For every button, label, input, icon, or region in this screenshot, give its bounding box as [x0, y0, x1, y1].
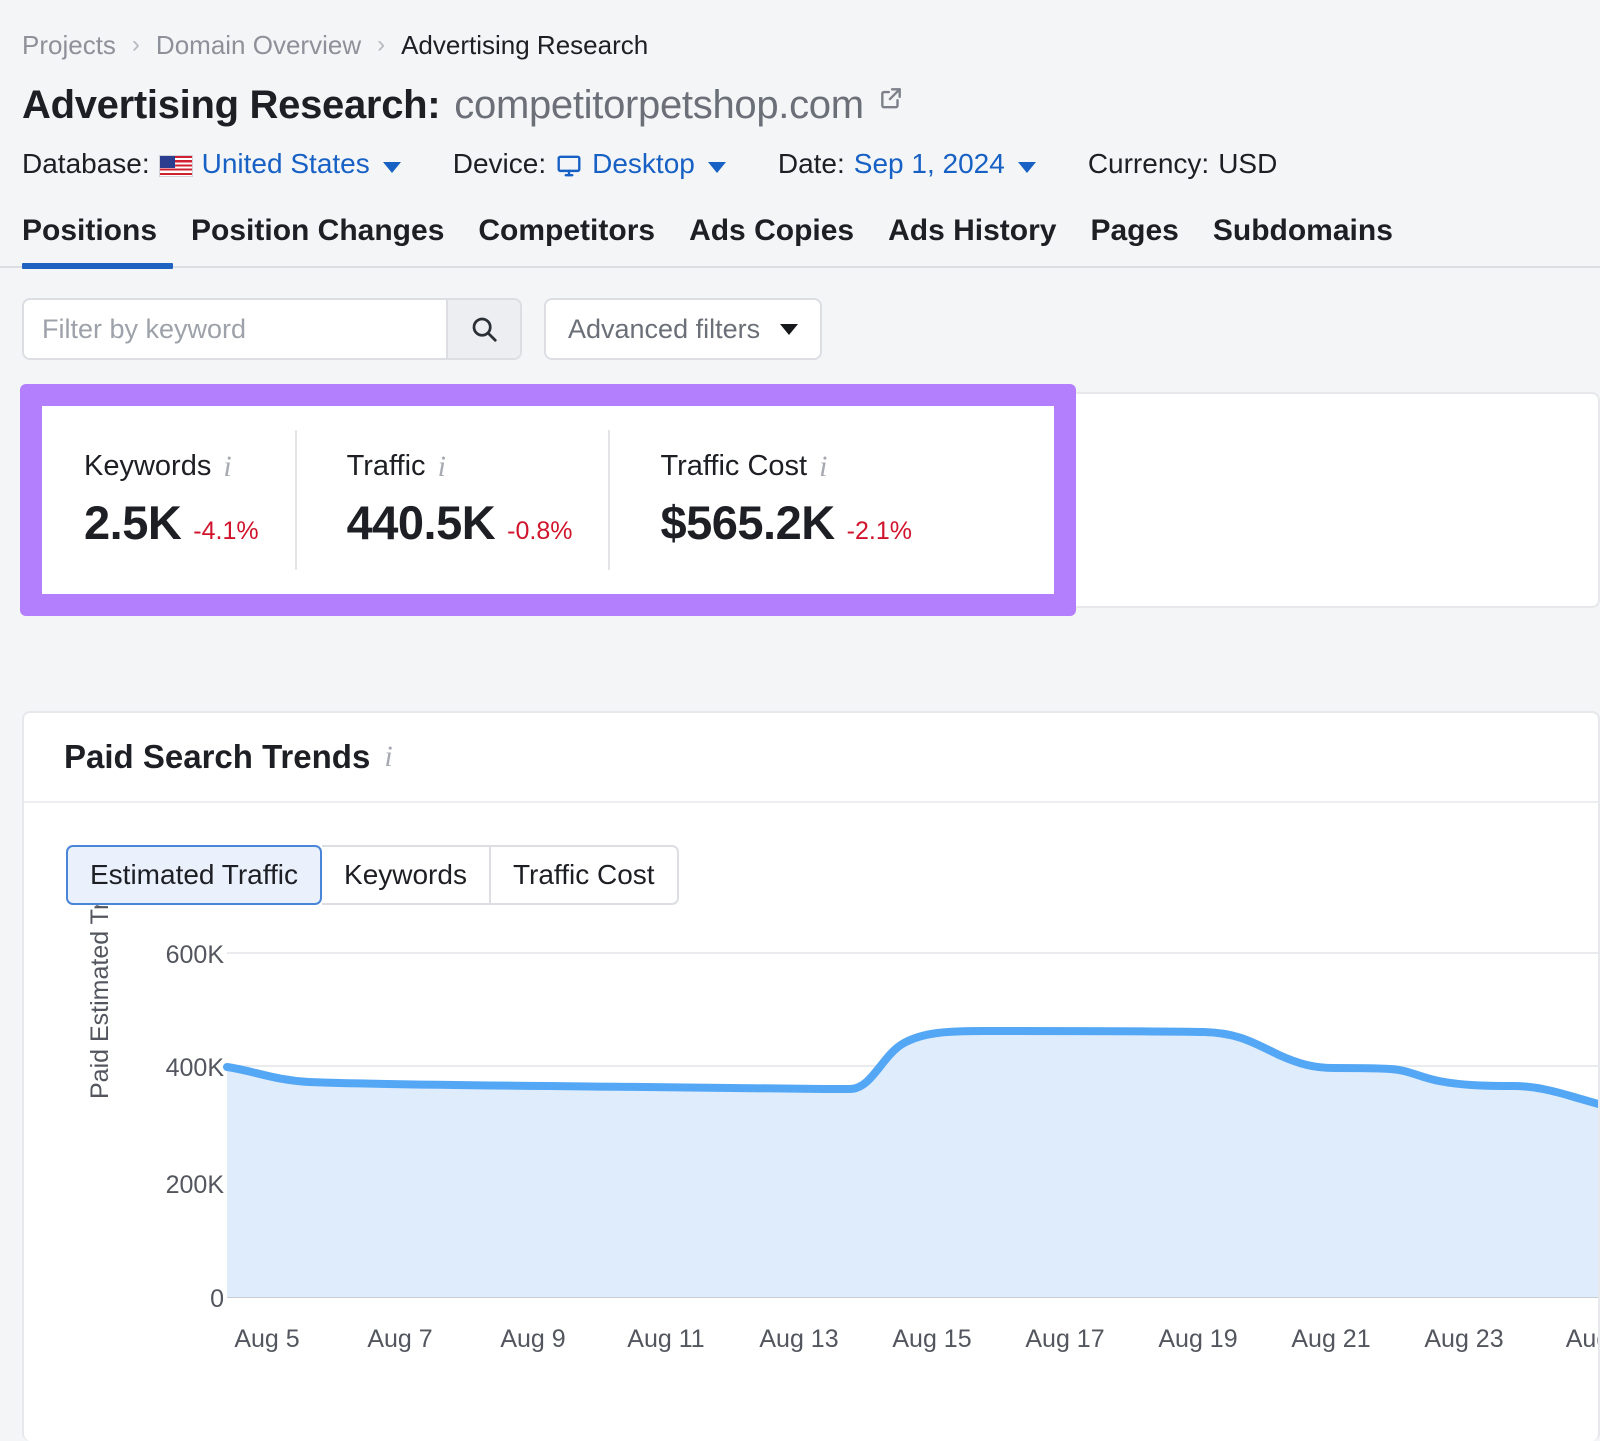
tab-ads-history[interactable]: Ads History	[888, 214, 1056, 266]
tab-divider	[0, 266, 1600, 268]
tab-ads-copies[interactable]: Ads Copies	[689, 214, 854, 266]
metric-label: Traffic Cost	[660, 450, 807, 483]
x-tick-label: Aug 5	[234, 1325, 299, 1354]
breadcrumb-separator-icon: ›	[377, 33, 385, 57]
metric-label: Traffic	[347, 450, 426, 483]
advanced-filters-label: Advanced filters	[568, 314, 760, 345]
chevron-down-icon	[780, 324, 798, 335]
info-icon[interactable]: i	[438, 452, 446, 482]
filter-bar: Advanced filters	[0, 268, 1600, 360]
active-tab-underline	[22, 263, 173, 269]
x-tick-label: Aug 7	[367, 1325, 432, 1354]
info-icon[interactable]: i	[819, 452, 827, 482]
breadcrumb-item-advertising-research: Advertising Research	[401, 30, 648, 61]
breadcrumb-separator-icon: ›	[132, 33, 140, 57]
advanced-filters-dropdown[interactable]: Advanced filters	[544, 298, 822, 360]
page-title-domain: competitorpetshop.com	[454, 83, 863, 128]
chart-plot	[24, 925, 1600, 1325]
breadcrumb-item-domain-overview[interactable]: Domain Overview	[156, 30, 361, 61]
paid-search-trends-card: Paid Search Trends i Estimated Traffic K…	[22, 711, 1600, 1441]
metrics-region: Keywords i 2.5K -4.1% Traffic i 440.5K -…	[0, 384, 1600, 616]
metric-traffic-cost: Traffic Cost i $565.2K -2.1%	[608, 430, 948, 570]
date-value[interactable]: Sep 1, 2024	[854, 148, 1005, 180]
x-tick-label: Aug 13	[759, 1325, 838, 1354]
device-value[interactable]: Desktop	[592, 148, 695, 180]
search-input[interactable]	[24, 300, 446, 358]
tab-pages[interactable]: Pages	[1090, 214, 1178, 266]
x-tick-label: Aug 11	[627, 1325, 704, 1354]
metric-traffic: Traffic i 440.5K -0.8%	[295, 430, 609, 570]
meta-row: Database: United States Device: Desktop …	[0, 128, 1600, 180]
tab-positions[interactable]: Positions	[22, 214, 157, 266]
currency-value: USD	[1218, 148, 1277, 180]
metric-label: Keywords	[84, 450, 211, 483]
x-tick-label: Aug 19	[1158, 1325, 1237, 1354]
segment-estimated-traffic[interactable]: Estimated Traffic	[66, 845, 322, 905]
chevron-down-icon[interactable]	[1018, 162, 1036, 173]
chart-y-ticks: 600K 400K 200K 0	[124, 925, 224, 1355]
y-tick-label: 400K	[166, 1054, 224, 1083]
page-title-prefix: Advertising Research:	[22, 83, 440, 128]
metric-delta: -2.1%	[847, 517, 912, 546]
metric-delta: -0.8%	[507, 517, 572, 546]
x-tick-label: Aug 15	[892, 1325, 971, 1354]
chart-metric-toggle: Estimated Traffic Keywords Traffic Cost	[66, 845, 679, 905]
external-link-icon[interactable]	[878, 85, 904, 111]
tab-competitors[interactable]: Competitors	[478, 214, 655, 266]
tab-position-changes[interactable]: Position Changes	[191, 214, 444, 266]
currency-display: Currency: USD	[1088, 148, 1278, 180]
search-button[interactable]	[446, 300, 520, 358]
currency-label: Currency:	[1088, 148, 1209, 180]
x-tick-label: Aug	[1566, 1325, 1600, 1354]
metric-keywords: Keywords i 2.5K -4.1%	[84, 450, 295, 550]
device-selector[interactable]: Device: Desktop	[453, 148, 726, 180]
metrics-highlight-box: Keywords i 2.5K -4.1% Traffic i 440.5K -…	[20, 384, 1076, 616]
metric-value: 2.5K	[84, 495, 181, 550]
date-label: Date:	[778, 148, 845, 180]
y-tick-label: 200K	[166, 1171, 224, 1200]
database-label: Database:	[22, 148, 150, 180]
y-tick-label: 600K	[166, 941, 224, 970]
monitor-icon	[555, 153, 583, 179]
metric-delta: -4.1%	[193, 517, 258, 546]
x-tick-label: Aug 9	[500, 1325, 565, 1354]
x-tick-label: Aug 21	[1291, 1325, 1370, 1354]
us-flag-icon	[159, 155, 193, 177]
metrics-list: Keywords i 2.5K -4.1% Traffic i 440.5K -…	[42, 406, 1054, 594]
page-title: Advertising Research: competitorpetshop.…	[0, 61, 1600, 128]
paid-search-trends-title: Paid Search Trends	[64, 738, 370, 776]
x-tick-label: Aug 23	[1424, 1325, 1503, 1354]
paid-search-trends-header: Paid Search Trends i	[24, 713, 1598, 803]
device-label: Device:	[453, 148, 546, 180]
x-tick-label: Aug 17	[1025, 1325, 1104, 1354]
chevron-down-icon[interactable]	[383, 162, 401, 173]
info-icon[interactable]: i	[223, 452, 231, 482]
keyword-filter[interactable]	[22, 298, 522, 360]
segment-traffic-cost[interactable]: Traffic Cost	[491, 845, 679, 905]
chevron-down-icon[interactable]	[708, 162, 726, 173]
segment-keywords[interactable]: Keywords	[322, 845, 491, 905]
tab-subdomains[interactable]: Subdomains	[1213, 214, 1393, 266]
breadcrumb-item-projects[interactable]: Projects	[22, 30, 116, 61]
database-selector[interactable]: Database: United States	[22, 148, 401, 180]
metric-value: 440.5K	[347, 495, 496, 550]
tab-bar: Positions Position Changes Competitors A…	[0, 214, 1600, 268]
breadcrumb: Projects › Domain Overview › Advertising…	[0, 0, 1600, 61]
paid-search-trends-chart: Paid Estimated Traffic 600K 400K 200K 0 …	[24, 925, 1598, 1355]
chart-x-ticks: Aug 5 Aug 7 Aug 9 Aug 11 Aug 13 Aug 15 A…	[24, 1325, 1598, 1365]
y-tick-label: 0	[210, 1285, 224, 1314]
database-value[interactable]: United States	[202, 148, 370, 180]
date-selector[interactable]: Date: Sep 1, 2024	[778, 148, 1036, 180]
info-icon[interactable]: i	[384, 742, 392, 772]
metric-value: $565.2K	[660, 495, 834, 550]
